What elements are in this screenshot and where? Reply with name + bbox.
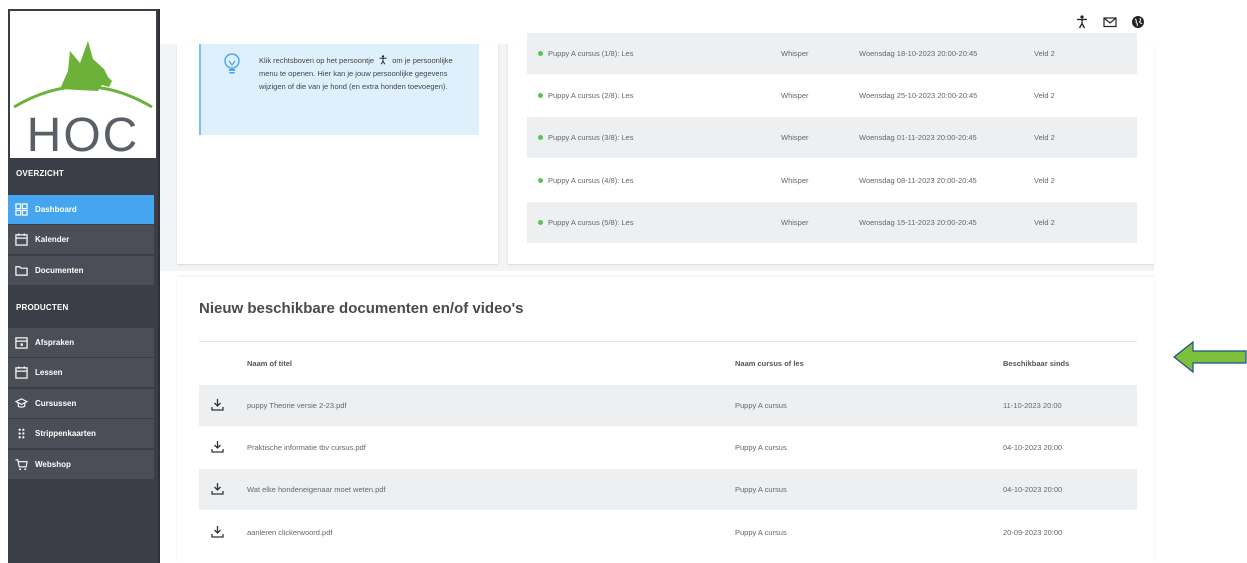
lesson-title: Puppy A cursus (5/8): Les (548, 218, 634, 227)
logo-image: HOC (13, 41, 153, 158)
sidebar: HOC OVERZICHT Dashboard Kalender Documen… (8, 9, 158, 563)
logo[interactable]: HOC (10, 11, 156, 158)
lesson-row[interactable]: Puppy A cursus (5/8): Les Whisper Woensd… (527, 202, 1137, 243)
info-text-before: Klik rechtsboven op het persoontje (259, 56, 375, 65)
lesson-field: Veld 2 (1034, 49, 1055, 58)
lesson-date: Woensdag 15-11-2023 20:00-20:45 (859, 218, 977, 227)
mail-icon[interactable] (1103, 15, 1117, 29)
table-row[interactable]: Praktische informatie tbv cursus.pdf Pup… (199, 427, 1137, 468)
lesson-trainer: Whisper (781, 49, 809, 58)
graduation-cap-icon (14, 397, 28, 411)
download-icon[interactable] (211, 525, 224, 538)
calendar-icon (14, 233, 28, 247)
cart-icon (14, 458, 28, 472)
column-header-name: Naam of titel (247, 359, 293, 368)
lesson-date: Woensdag 25-10-2023 20:00-20:45 (859, 91, 978, 100)
sidebar-item-webshop[interactable]: Webshop (8, 450, 154, 479)
document-name[interactable]: Wat elke hondeneigenaar moet weten.pdf (247, 485, 386, 494)
folder-icon (14, 264, 28, 278)
column-header-since: Beschikbaar sinds (1003, 359, 1070, 368)
lesson-title: Puppy A cursus (3/8): Les (548, 133, 634, 142)
document-course: Puppy A cursus (735, 485, 787, 494)
document-name[interactable]: aanleren clickerwoord.pdf (247, 528, 332, 537)
documents-title: Nieuw beschikbare documenten en/of video… (199, 300, 524, 317)
document-course: Puppy A cursus (735, 443, 787, 452)
section-producten: PRODUCTEN (16, 303, 69, 312)
document-name[interactable]: Praktische informatie tbv cursus.pdf (247, 443, 366, 452)
person-icon[interactable] (1075, 15, 1089, 29)
download-icon[interactable] (211, 440, 224, 453)
sidebar-item-label: Documenten (35, 266, 84, 275)
sidebar-item-label: Lessen (35, 368, 63, 377)
info-box: Klik rechtsboven op het persoontje om je… (199, 44, 479, 135)
lesson-date: Woensdag 01-11-2023 20:00-20:45 (859, 133, 977, 142)
lesson-trainer: Whisper (781, 176, 809, 185)
divider (199, 341, 1137, 342)
info-text: Klik rechtsboven op het persoontje om je… (259, 54, 469, 93)
lesson-trainer: Whisper (781, 218, 809, 227)
download-icon[interactable] (211, 482, 224, 495)
download-icon[interactable] (211, 398, 224, 411)
calendar-plus-icon (14, 336, 28, 350)
document-name[interactable]: puppy Theorie versie 2-23.pdf (247, 401, 347, 410)
table-row[interactable]: puppy Theorie versie 2-23.pdf Puppy A cu… (199, 385, 1137, 426)
document-since: 20-09-2023 20:00 (1003, 528, 1063, 537)
document-course: Puppy A cursus (735, 401, 787, 410)
lesson-title: Puppy A cursus (2/8): Les (548, 91, 634, 100)
sidebar-item-documenten[interactable]: Documenten (8, 256, 154, 285)
dots-grid-icon (14, 427, 28, 441)
sidebar-item-strippenkaarten[interactable]: Strippenkaarten (8, 419, 154, 448)
globe-icon[interactable] (1131, 15, 1145, 29)
document-since: 04-10-2023 20:00 (1003, 485, 1063, 494)
document-since: 11-10-2023 20:00 (1003, 401, 1062, 410)
document-course: Puppy A cursus (735, 528, 787, 537)
lesson-row[interactable]: Puppy A cursus (4/8): Les Whisper Woensd… (527, 160, 1137, 201)
sidebar-item-dashboard[interactable]: Dashboard (8, 195, 154, 224)
lesson-row[interactable]: Puppy A cursus (2/8): Les Whisper Woensd… (527, 75, 1137, 116)
person-icon (379, 55, 387, 65)
status-dot (538, 51, 543, 56)
section-overzicht: OVERZICHT (16, 169, 65, 178)
table-row[interactable]: aanleren clickerwoord.pdf Puppy A cursus… (199, 512, 1137, 553)
sidebar-item-label: Kalender (35, 235, 70, 244)
lesson-field: Veld 2 (1034, 91, 1055, 100)
logo-text: HOC (27, 109, 140, 158)
lesson-trainer: Whisper (781, 133, 809, 142)
lesson-date: Woensdag 18-10-2023 20:00-20:45 (859, 49, 978, 58)
sidebar-item-afspraken[interactable]: Afspraken (8, 328, 154, 357)
arrow-left-icon (1173, 340, 1247, 374)
table-row[interactable]: Wat elke hondeneigenaar moet weten.pdf P… (199, 469, 1137, 510)
lesson-field: Veld 2 (1034, 218, 1055, 227)
lesson-row[interactable]: Puppy A cursus (1/8): Les Whisper Woensd… (527, 33, 1137, 74)
lesson-date: Woensdag 08-11-2023 20:00-20:45 (859, 176, 977, 185)
sidebar-item-label: Dashboard (35, 205, 77, 214)
document-since: 04-10-2023 20:00 (1003, 443, 1063, 452)
sidebar-item-lessen[interactable]: Lessen (8, 358, 154, 387)
column-header-course: Naam cursus of les (735, 359, 804, 368)
dashboard-icon (14, 203, 28, 217)
sidebar-item-label: Strippenkaarten (35, 429, 96, 438)
sidebar-item-label: Webshop (35, 460, 71, 469)
lesson-trainer: Whisper (781, 91, 809, 100)
lesson-title: Puppy A cursus (4/8): Les (548, 176, 634, 185)
lightbulb-icon (224, 53, 240, 74)
lesson-row[interactable]: Puppy A cursus (3/8): Les Whisper Woensd… (527, 117, 1137, 158)
lesson-field: Veld 2 (1034, 176, 1055, 185)
lesson-field: Veld 2 (1034, 133, 1055, 142)
status-dot (538, 178, 543, 183)
sidebar-item-cursussen[interactable]: Cursussen (8, 389, 154, 418)
sidebar-item-label: Afspraken (35, 338, 75, 347)
status-dot (538, 220, 543, 225)
documents-table-header: Naam of titel Naam cursus of les Beschik… (199, 352, 1137, 376)
sidebar-item-label: Cursussen (35, 399, 77, 408)
status-dot (538, 135, 543, 140)
calendar-icon (14, 366, 28, 380)
sidebar-item-kalender[interactable]: Kalender (8, 225, 154, 254)
status-dot (538, 93, 543, 98)
lesson-title: Puppy A cursus (1/8): Les (548, 49, 634, 58)
